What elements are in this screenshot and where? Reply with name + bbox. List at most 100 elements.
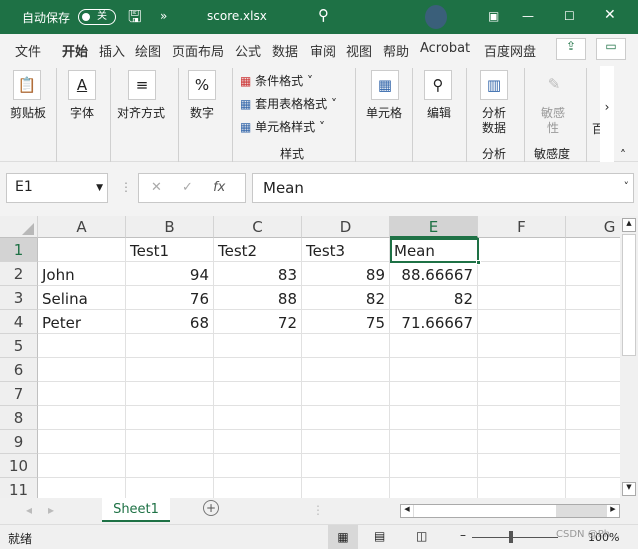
column-header[interactable]: A	[38, 216, 126, 238]
ribbon-scroll-right[interactable]: ›	[600, 66, 614, 162]
close-icon[interactable]: ✕	[604, 7, 616, 23]
cell[interactable]	[566, 406, 620, 430]
cell[interactable]	[566, 358, 620, 382]
tab-data[interactable]: 数据	[272, 41, 298, 60]
prev-sheet-icon[interactable]: ◂	[26, 503, 32, 517]
cell[interactable]: 76	[126, 286, 214, 310]
search-icon[interactable]: ⚲	[318, 6, 329, 24]
cell[interactable]	[302, 454, 390, 478]
expand-formula-icon[interactable]: ˅	[624, 180, 630, 193]
row-header[interactable]: 4	[0, 310, 38, 334]
cell[interactable]	[566, 262, 620, 286]
cell[interactable]	[214, 478, 302, 498]
collapse-ribbon-icon[interactable]: ˄	[620, 148, 626, 162]
cell[interactable]	[478, 382, 566, 406]
row-header[interactable]: 7	[0, 382, 38, 406]
cell[interactable]	[478, 262, 566, 286]
zoom-slider[interactable]	[472, 537, 558, 538]
cell[interactable]	[390, 358, 478, 382]
tab-home[interactable]: 开始	[62, 41, 89, 66]
name-box[interactable]: E1 ▼	[6, 173, 108, 203]
minimize-icon[interactable]: —	[522, 9, 534, 23]
next-sheet-icon[interactable]: ▸	[48, 503, 54, 517]
page-layout-view-icon[interactable]: ▤	[374, 529, 385, 543]
cell[interactable]	[38, 454, 126, 478]
cell[interactable]: Test1	[126, 238, 214, 262]
cell[interactable]: 82	[390, 286, 478, 310]
clipboard-icon[interactable]: 📋	[13, 70, 41, 100]
tab-view[interactable]: 视图	[346, 41, 372, 60]
cell[interactable]: 83	[214, 262, 302, 286]
cell[interactable]	[38, 238, 126, 262]
cells-button[interactable]: 单元格	[366, 104, 402, 121]
avatar[interactable]	[425, 5, 447, 29]
scroll-left-icon[interactable]: ◀	[401, 505, 413, 517]
cell[interactable]	[214, 430, 302, 454]
cell[interactable]: 94	[126, 262, 214, 286]
cell[interactable]	[478, 406, 566, 430]
cell[interactable]: Test2	[214, 238, 302, 262]
cell[interactable]	[38, 382, 126, 406]
cell[interactable]: 72	[214, 310, 302, 334]
cell[interactable]	[38, 406, 126, 430]
cell[interactable]	[126, 454, 214, 478]
ribbon-display-icon[interactable]: ▣	[488, 9, 499, 23]
cell[interactable]	[478, 454, 566, 478]
cell[interactable]	[126, 430, 214, 454]
cell[interactable]	[214, 454, 302, 478]
cell[interactable]	[38, 334, 126, 358]
h-scroll-thumb[interactable]	[414, 505, 556, 517]
edit-button[interactable]: 编辑	[427, 104, 451, 121]
cell[interactable]	[38, 478, 126, 498]
row-header[interactable]: 3	[0, 286, 38, 310]
cell[interactable]	[126, 406, 214, 430]
cell-styles-button[interactable]: ▦ 单元格样式 ˅	[240, 118, 325, 135]
cell[interactable]	[302, 382, 390, 406]
enter-icon[interactable]: ✓	[182, 180, 193, 195]
cell[interactable]: 71.66667	[390, 310, 478, 334]
cell[interactable]	[566, 478, 620, 498]
insert-function-icon[interactable]: fx	[213, 180, 225, 195]
tab-insert[interactable]: 插入	[99, 41, 125, 60]
row-header[interactable]: 8	[0, 406, 38, 430]
tab-page-layout[interactable]: 页面布局	[172, 41, 224, 60]
cell[interactable]	[214, 334, 302, 358]
cell[interactable]	[566, 454, 620, 478]
cell[interactable]	[566, 430, 620, 454]
fill-handle[interactable]	[476, 260, 481, 265]
clipboard-button[interactable]: 剪贴板	[10, 104, 46, 121]
tab-file[interactable]: 文件	[15, 41, 41, 60]
cell[interactable]	[390, 478, 478, 498]
font-button[interactable]: 字体	[70, 104, 94, 121]
cell[interactable]: Selina	[38, 286, 126, 310]
cell[interactable]	[566, 238, 620, 262]
column-header[interactable]: E	[390, 216, 478, 238]
tab-acrobat[interactable]: Acrobat	[420, 41, 470, 56]
cell[interactable]	[478, 478, 566, 498]
cell[interactable]	[390, 382, 478, 406]
cell[interactable]	[126, 382, 214, 406]
cancel-icon[interactable]: ✕	[151, 180, 162, 195]
cell[interactable]	[302, 406, 390, 430]
cell[interactable]	[302, 334, 390, 358]
row-header[interactable]: 5	[0, 334, 38, 358]
share-button[interactable]: ⇪	[556, 38, 586, 60]
cell[interactable]	[302, 430, 390, 454]
analyze-data-button[interactable]: 分析 数据	[482, 106, 506, 136]
maximize-icon[interactable]: ☐	[564, 9, 575, 23]
cell[interactable]	[566, 310, 620, 334]
tab-baidu[interactable]: 百度网盘	[484, 41, 536, 60]
align-button[interactable]: 对齐方式	[117, 104, 165, 121]
cell[interactable]	[390, 334, 478, 358]
column-header[interactable]: B	[126, 216, 214, 238]
sheet-tab[interactable]: Sheet1	[102, 498, 170, 522]
cells-icon[interactable]: ▦	[371, 70, 399, 100]
cell[interactable]: 88	[214, 286, 302, 310]
cell[interactable]: Peter	[38, 310, 126, 334]
row-header[interactable]: 11	[0, 478, 38, 498]
cell[interactable]	[302, 358, 390, 382]
cell[interactable]	[126, 334, 214, 358]
cell[interactable]: 82	[302, 286, 390, 310]
align-icon[interactable]: ≡	[128, 70, 156, 100]
cell[interactable]: 88.66667	[390, 262, 478, 286]
